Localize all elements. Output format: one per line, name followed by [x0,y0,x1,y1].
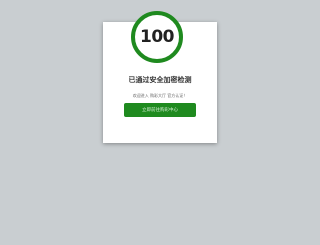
score-badge: 100 [131,11,183,63]
score-value: 100 [140,27,175,47]
status-description: 欢迎进入 购彩大厅 官方认证！ [132,93,188,98]
status-title: 已通过安全加密检测 [128,76,192,84]
enter-lottery-center-button[interactable]: 立即前往购彩中心 [124,103,196,117]
